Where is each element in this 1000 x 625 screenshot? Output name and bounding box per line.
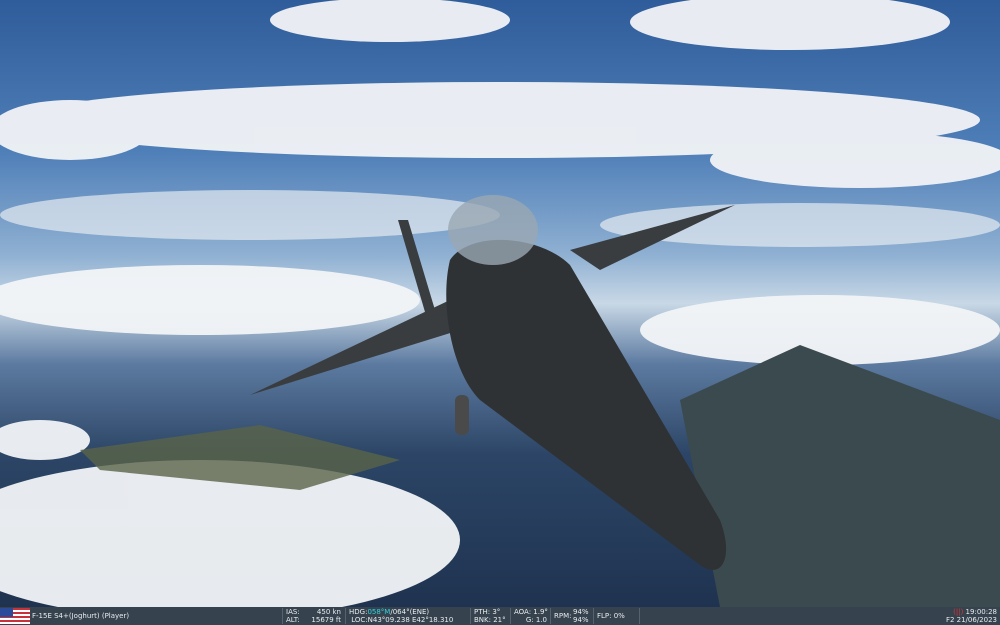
unit-name: F-15E S4+(Joghurt) (Player) [32,612,130,620]
status-bar: F-15E S4+(Joghurt) (Player) IAS: 450 kn … [0,607,1000,625]
hdg-magnetic: 058°M [367,608,391,616]
rpm-label: RPM: [554,612,572,620]
aoa: AOA: 1.9° [514,608,548,616]
date: F2 21/06/2023 [945,616,997,624]
time: 19:00:28 [965,608,997,616]
game-viewport[interactable] [0,0,1000,620]
pitch: PTH: 3° [474,608,501,616]
scene-art [0,0,1000,620]
alt-value: 15679 ft [311,616,341,624]
ias-label: IAS: [286,608,300,616]
flaps: FLP: 0% [597,612,625,620]
alt-label: ALT: [286,616,300,624]
hdg-true: /064°(ENE) [390,608,430,616]
g-load: G: 1.0 [525,616,547,624]
loc-value: N43°09.238 E42°18.310 [367,616,454,624]
rpm-left: 94% [573,608,589,616]
rpm-right: 94% [573,616,589,624]
loc-label: LOC: [351,616,368,624]
pause-indicator: (||) [953,608,964,616]
hdg-label: HDG: [349,608,368,616]
us-flag-icon [0,608,30,624]
ias-value: 450 kn [316,608,341,616]
bank: BNK: 21° [474,616,506,624]
